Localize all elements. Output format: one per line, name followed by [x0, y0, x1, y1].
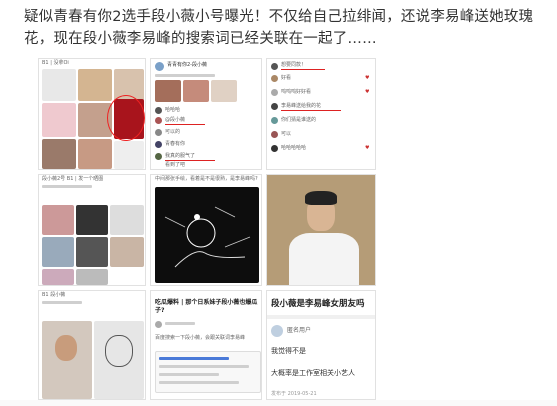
photo-empty: [114, 141, 144, 169]
text-line: [165, 322, 195, 325]
red-underline: [165, 124, 205, 125]
comment-avatar: [271, 117, 278, 124]
photo-3: [110, 205, 144, 235]
sketch-face: [105, 335, 133, 367]
comment-text: 哈哈哈: [165, 107, 181, 113]
comment-avatar: [155, 141, 162, 148]
red-underline: [281, 69, 325, 70]
photo-8: [76, 269, 108, 285]
tile-comment-thread[interactable]: 想要同款！ 好看 ♥ 呜呜呜好好看 ♥ 李易峰送给我的花 你们猜是谁送的 可以 …: [266, 58, 376, 170]
answer-text: 我觉得不是: [271, 347, 306, 355]
photo-girl: [42, 139, 76, 169]
comment-avatar: [271, 131, 278, 138]
page-bottom-edge: [0, 400, 557, 406]
red-underline: [281, 110, 341, 111]
tile-photo-collage[interactable]: B1 | 没拿Oi: [38, 58, 146, 170]
image-grid[interactable]: B1 | 没拿Oi 青青有你2-段小薇 哈哈哈 @段小薇 可以的 青春有你 我真…: [38, 58, 376, 400]
article-title[interactable]: 吃瓜爆料 | 那个日系妹子段小薇也爆瓜子?: [155, 299, 259, 315]
tile-photo-grid[interactable]: 段小薇2号 B1 | 发一个晒图: [38, 174, 146, 286]
red-circle-highlight: [107, 95, 145, 141]
comment-text: 呜呜呜好好看: [281, 89, 312, 95]
text-line: [159, 365, 249, 368]
photo-silhouette: [42, 69, 76, 101]
account-name: 青青有你2-段小薇: [167, 62, 207, 68]
thumb-1: [155, 80, 181, 102]
text-line: [42, 185, 92, 188]
comment-text: 你们猜是谁送的: [281, 117, 317, 123]
photo-2: [76, 205, 108, 235]
photo-4: [42, 237, 74, 267]
photo-girl-2: [78, 139, 112, 169]
person-shirt: [289, 233, 359, 285]
photo-6: [110, 237, 144, 267]
comment-avatar: [271, 63, 278, 70]
comment-text: 我真的服气了: [165, 153, 196, 159]
text-line: [159, 373, 219, 376]
like-icon[interactable]: ♥: [365, 145, 369, 151]
tile-caption: 段小薇2号 B1 | 发一个晒图: [42, 176, 104, 182]
user-avatar: [271, 325, 283, 337]
question-title[interactable]: 段小薇是李易峰女朋友吗: [271, 299, 365, 309]
comment-avatar: [271, 89, 278, 96]
photo-man-head: [55, 335, 77, 361]
text-line: [159, 357, 229, 360]
comment-text: 哈哈哈哈哈: [281, 145, 307, 151]
text-line: [42, 301, 82, 304]
comment-text: 可以: [281, 131, 292, 137]
tile-sketch[interactable]: 中间那张手绘，看着是不是很熟，是李易峰吗?: [150, 174, 262, 286]
answer-detail: 大概率是工作室相关小艺人: [271, 369, 355, 377]
text-line: [159, 381, 239, 384]
comment-text: 好看: [281, 75, 292, 81]
user-name: 匿名用户: [287, 327, 312, 334]
author-avatar: [155, 321, 162, 328]
tile-article[interactable]: 吃瓜爆料 | 那个日系妹子段小薇也爆瓜子? 百度搜索一下段小薇，会跟关联词李易峰: [150, 290, 262, 400]
sketch-lines: [164, 206, 251, 268]
tile-caption: 中间那张手绘，看着是不是很熟，是李易峰吗?: [155, 176, 258, 182]
avatar: [155, 62, 164, 71]
comment-avatar: [155, 107, 162, 114]
footer-date: 发布于 2019-05-21: [271, 391, 317, 397]
comment-avatar: [271, 103, 278, 110]
thumb-2: [183, 80, 209, 102]
like-icon[interactable]: ♥: [365, 75, 369, 81]
comment-avatar: [155, 153, 162, 160]
like-icon[interactable]: ♥: [365, 89, 369, 95]
comment-avatar: [271, 75, 278, 82]
comment-text: 看到了吧: [165, 162, 186, 168]
divider: [267, 315, 375, 319]
article-sub: 百度搜索一下段小薇，会跟关联词李易峰: [155, 335, 246, 341]
tile-weibo-post[interactable]: 青青有你2-段小薇 哈哈哈 @段小薇 可以的 青春有你 我真的服气了 看到了吧: [150, 58, 262, 170]
photo-7: [42, 269, 74, 285]
tile-caption: B1 | 没拿Oi: [42, 60, 69, 66]
comment-text: 青春有你: [165, 141, 186, 147]
comment-text: 想要同款！: [281, 62, 307, 68]
photo-cup: [42, 103, 76, 137]
headline: 疑似青春有你2选手段小薇小号曝光！不仅给自己拉绯闻，还说李易峰送她玫瑰花，现在段…: [24, 9, 534, 47]
comment-text: @段小薇: [165, 117, 186, 123]
comment-text: 可以的: [165, 129, 181, 135]
red-underline: [165, 160, 215, 161]
tile-qa[interactable]: 段小薇是李易峰女朋友吗 匿名用户 我觉得不是 大概率是工作室相关小艺人 发布于 …: [266, 290, 376, 400]
thumb-3: [211, 80, 237, 102]
photo-5: [76, 237, 108, 267]
text-line: [155, 74, 215, 77]
photo-dog: [78, 69, 112, 101]
comment-avatar: [155, 129, 162, 136]
tile-caption: B1 段小薇: [42, 292, 66, 298]
tile-man-photo[interactable]: [266, 174, 376, 286]
comment-avatar: [271, 145, 278, 152]
person-hair: [305, 191, 337, 205]
comment-avatar: [155, 117, 162, 124]
comment-text: 李易峰送给我的花: [281, 103, 322, 109]
photo-1: [42, 205, 74, 235]
tile-man-collage[interactable]: B1 段小薇: [38, 290, 146, 400]
